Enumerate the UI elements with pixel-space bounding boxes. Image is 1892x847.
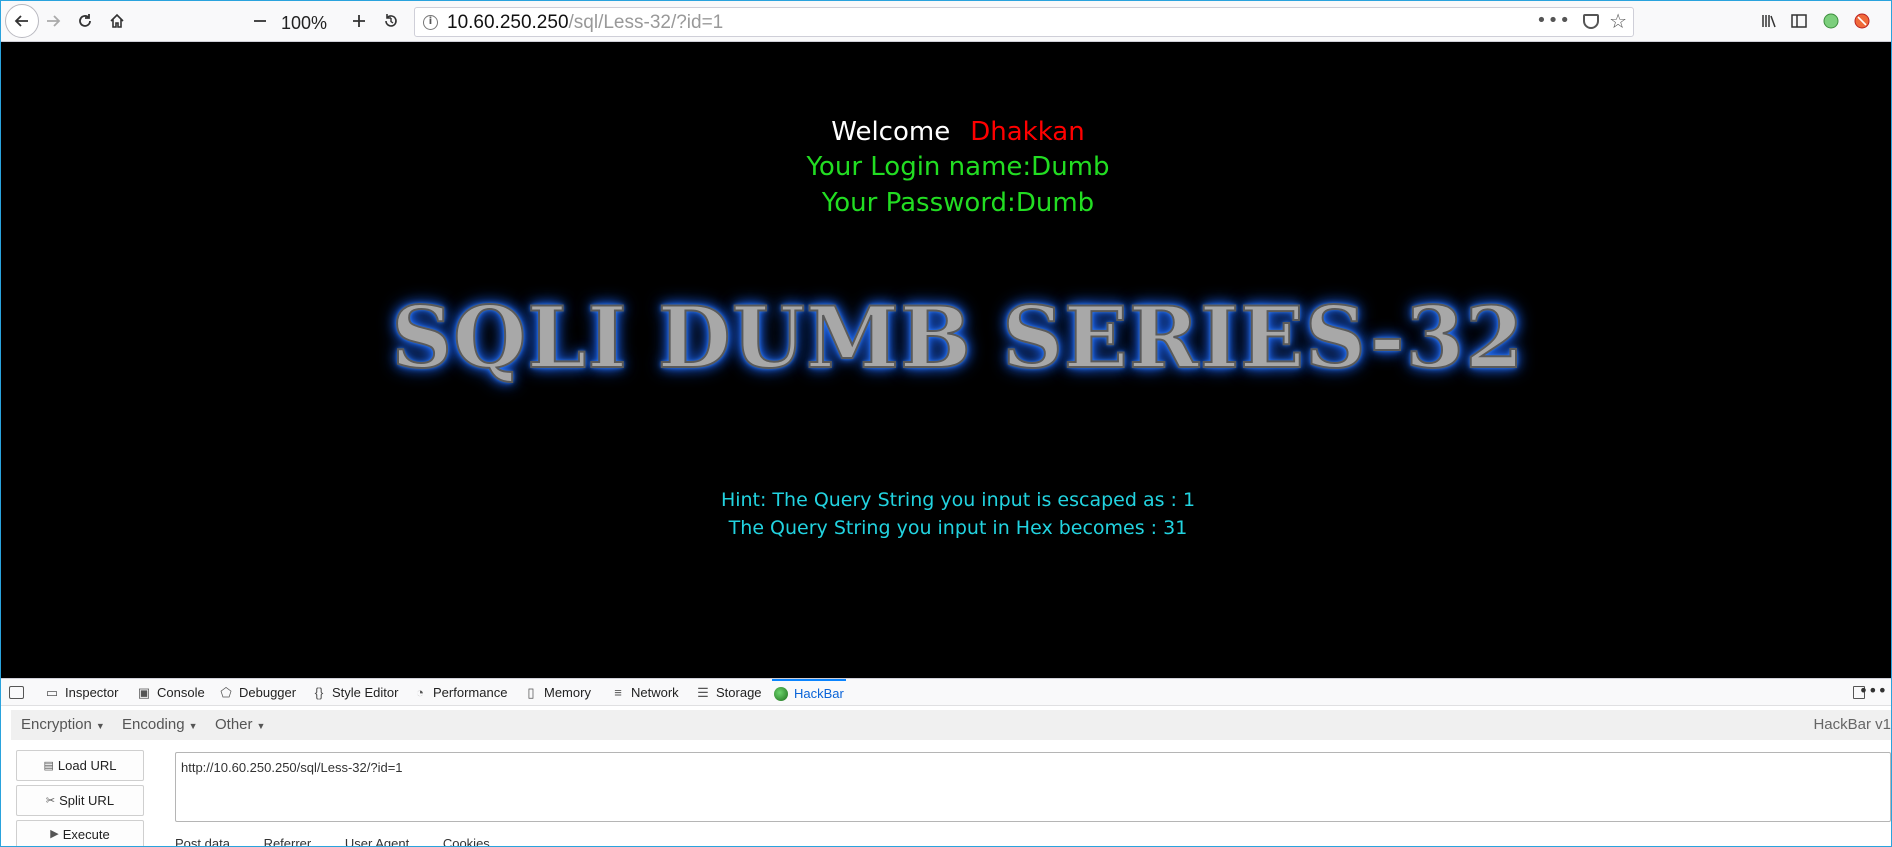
password-line: Your Password:Dumb (821, 188, 1095, 218)
caret-down-icon: ▼ (188, 721, 198, 731)
series-title-banner: SQLI DUMB SERIES-32 (390, 287, 1525, 388)
hackbar-options-row: Post data Referrer User Agent Cookies (175, 836, 520, 846)
tab-style-editor[interactable]: {} Style Editor (310, 679, 400, 706)
referrer-checkbox[interactable]: Referrer (264, 836, 312, 846)
tab-performance[interactable]: ◔ Performance (411, 679, 509, 706)
devtools-more-icon[interactable]: ••• (1859, 681, 1887, 700)
caret-down-icon: ▼ (95, 721, 105, 731)
page-actions-more-icon[interactable]: ••• (1536, 10, 1571, 31)
play-icon: ▶ (50, 828, 59, 840)
tab-label: Style Editor (332, 685, 399, 700)
split-url-button[interactable]: ✂ Split URL (16, 785, 144, 816)
bookmark-star-icon[interactable]: ☆ (1609, 9, 1627, 33)
load-url-icon: ▤ (43, 760, 54, 772)
hackbar-icon (774, 686, 788, 701)
url-text[interactable]: 10.60.250.250/sql/Less-32/?id=1 (447, 12, 723, 34)
page-content: Welcome Dhakkan Your Login name:Dumb Your… (1, 43, 1891, 678)
zoom-out-icon[interactable] (244, 5, 276, 37)
home-icon[interactable] (101, 5, 133, 37)
site-info-icon[interactable]: i (423, 15, 438, 30)
back-arrow-icon[interactable] (5, 4, 39, 38)
other-dropdown[interactable]: Other ▼ (215, 716, 265, 733)
devtools-tab-bar: ▭ Inspector ▣ Console ⬠ Debugger {} Style Ed… (1, 678, 1891, 706)
tab-label: Storage (716, 685, 762, 700)
debugger-icon: ⬠ (220, 684, 232, 700)
welcome-username: Dhakkan (970, 117, 1085, 147)
network-icon: ≡ (614, 685, 622, 700)
cookies-checkbox[interactable]: Cookies (443, 836, 490, 846)
extension-red-icon[interactable] (1846, 5, 1878, 37)
tab-label: Debugger (239, 685, 297, 700)
user-agent-checkbox[interactable]: User Agent (345, 836, 409, 846)
tab-label: HackBar (794, 686, 844, 701)
hackbar-version: HackBar v1 (1813, 716, 1891, 733)
sidebar-toggle-icon[interactable] (1783, 5, 1815, 37)
storage-icon: ☰ (697, 684, 709, 700)
tab-inspector[interactable]: ▭ Inspector (43, 679, 120, 706)
browser-window: 100% i 10.60.250.250/sql/Less-32/?id=1 •… (0, 0, 1892, 847)
tab-storage[interactable]: ☰ Storage (694, 679, 764, 706)
tab-label: Performance (433, 685, 508, 700)
login-name-line: Your Login name:Dumb (806, 152, 1110, 182)
button-label: Execute (62, 827, 110, 842)
tab-network[interactable]: ≡ Network (609, 679, 681, 706)
forward-arrow-icon[interactable] (37, 5, 69, 37)
library-icon[interactable] (1753, 5, 1785, 37)
hint-hex-line: The Query String you input in Hex become… (728, 517, 1188, 539)
hackbar-menu-bar: Encryption ▼ Encoding ▼ Other ▼ HackBar v1 (11, 710, 1891, 740)
browser-toolbar: 100% i 10.60.250.250/sql/Less-32/?id=1 •… (1, 1, 1891, 42)
button-label: Load URL (57, 758, 117, 773)
execute-button[interactable]: ▶ Execute (16, 820, 144, 846)
tab-console[interactable]: ▣ Console (135, 679, 207, 706)
encryption-dropdown[interactable]: Encryption ▼ (21, 716, 105, 733)
url-path: /sql/Less-32/?id=1 (568, 12, 724, 33)
history-icon[interactable] (375, 5, 407, 37)
memory-icon: ▯ (527, 684, 535, 700)
load-url-button[interactable]: ▤ Load URL (16, 750, 144, 781)
tab-hackbar[interactable]: HackBar (772, 679, 846, 706)
welcome-line: Welcome Dhakkan (1, 117, 1891, 147)
welcome-label: Welcome (831, 117, 951, 147)
devtools-panel: ▭ Inspector ▣ Console ⬠ Debugger {} Style Ed… (1, 678, 1891, 846)
tab-debugger[interactable]: ⬠ Debugger (217, 679, 298, 706)
menu-label: Encryption (21, 716, 92, 733)
style-editor-icon: {} (314, 685, 324, 700)
tab-label: Memory (544, 685, 591, 700)
menu-label: Encoding (122, 716, 185, 733)
console-icon: ▣ (137, 684, 151, 700)
tab-label: Network (631, 685, 679, 700)
tab-label: Console (157, 685, 205, 700)
tab-memory[interactable]: ▯ Memory (522, 679, 593, 706)
hackbar-url-textarea[interactable]: http://10.60.250.250/sql/Less-32/?id=1 (175, 752, 1891, 822)
zoom-level-indicator[interactable]: 100% (281, 13, 327, 34)
inspector-icon: ▭ (45, 684, 59, 700)
reload-icon[interactable] (69, 5, 101, 37)
menu-label: Other (215, 716, 253, 733)
zoom-in-icon[interactable] (343, 5, 375, 37)
pocket-icon[interactable] (1583, 14, 1599, 29)
extension-green-icon[interactable] (1815, 5, 1847, 37)
post-data-checkbox[interactable]: Post data (175, 836, 230, 846)
url-host: 10.60.250.250 (447, 12, 569, 33)
caret-down-icon: ▼ (256, 721, 266, 731)
element-picker-icon[interactable] (9, 686, 24, 699)
button-label: Split URL (59, 793, 115, 808)
tab-label: Inspector (65, 685, 119, 700)
hint-escaped-line: Hint: The Query String you input is esca… (720, 489, 1196, 511)
url-bar[interactable]: i 10.60.250.250/sql/Less-32/?id=1 ••• ☆ (414, 7, 1634, 37)
encoding-dropdown[interactable]: Encoding ▼ (122, 716, 197, 733)
performance-icon: ◔ (416, 685, 424, 700)
scissors-icon: ✂ (45, 795, 56, 807)
